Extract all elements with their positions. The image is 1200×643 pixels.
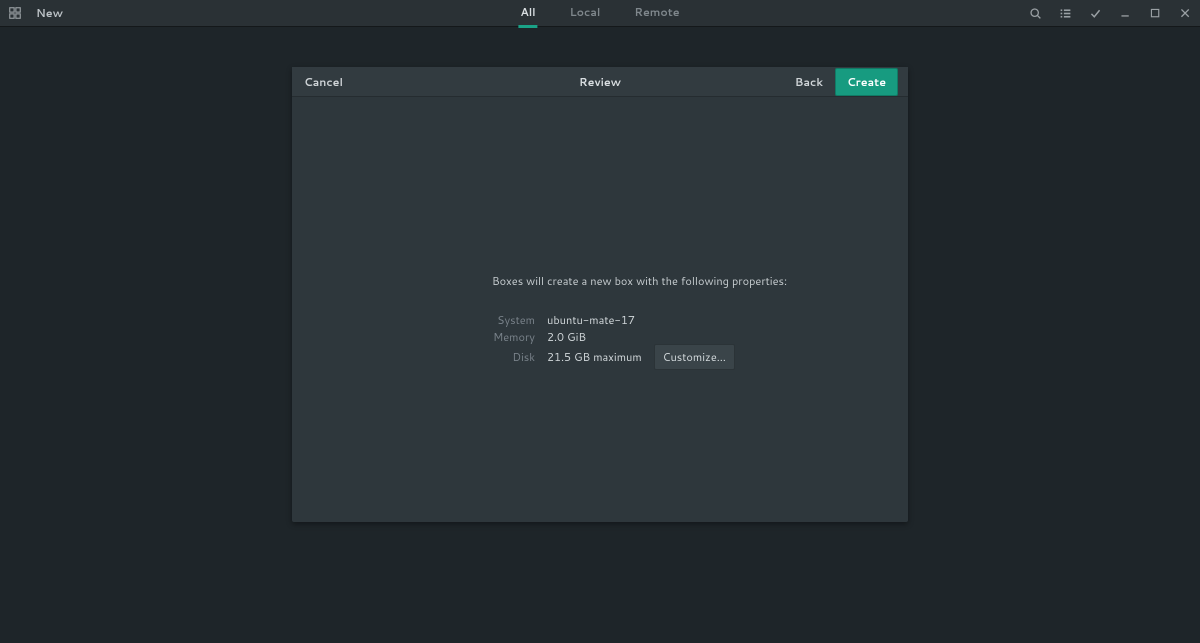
value-memory: 2.0 GiB xyxy=(547,329,586,345)
row-system: System ubuntu-mate-17 xyxy=(492,311,908,328)
create-button[interactable]: Create xyxy=(835,68,898,96)
value-disk: 21.5 GB maximum xyxy=(547,349,642,365)
boxes-app-icon xyxy=(8,6,22,20)
titlebar-left: New xyxy=(8,5,63,21)
customize-button[interactable]: Customize… xyxy=(654,344,735,370)
tab-local[interactable]: Local xyxy=(568,0,603,28)
new-button[interactable]: New xyxy=(36,5,63,21)
row-memory: Memory 2.0 GiB xyxy=(492,328,908,345)
tab-all[interactable]: All xyxy=(518,0,537,28)
maximize-icon[interactable] xyxy=(1148,6,1162,20)
titlebar-right xyxy=(1028,6,1192,20)
review-dialog: Cancel Review Back Create Boxes will cre… xyxy=(292,67,908,522)
titlebar: New All Local Remote xyxy=(0,0,1200,27)
list-icon[interactable] xyxy=(1058,6,1072,20)
content-area: Cancel Review Back Create Boxes will cre… xyxy=(0,27,1200,643)
back-button[interactable]: Back xyxy=(795,74,823,90)
search-icon[interactable] xyxy=(1028,6,1042,20)
label-memory: Memory xyxy=(492,329,535,345)
cancel-button[interactable]: Cancel xyxy=(304,74,343,90)
dialog-title: Review xyxy=(579,74,621,90)
row-disk: Disk 21.5 GB maximum Customize… xyxy=(492,348,908,365)
close-icon[interactable] xyxy=(1178,6,1192,20)
check-icon[interactable] xyxy=(1088,6,1102,20)
dialog-header: Cancel Review Back Create xyxy=(292,67,908,97)
dialog-actions: Back Create xyxy=(795,68,898,96)
minimize-icon[interactable] xyxy=(1118,6,1132,20)
dialog-body: Boxes will create a new box with the fol… xyxy=(292,97,908,522)
intro-text: Boxes will create a new box with the fol… xyxy=(492,273,908,289)
label-disk: Disk xyxy=(492,349,535,365)
view-tabs: All Local Remote xyxy=(518,0,681,28)
label-system: System xyxy=(492,312,535,328)
value-system: ubuntu-mate-17 xyxy=(547,312,635,328)
tab-remote[interactable]: Remote xyxy=(632,0,681,28)
